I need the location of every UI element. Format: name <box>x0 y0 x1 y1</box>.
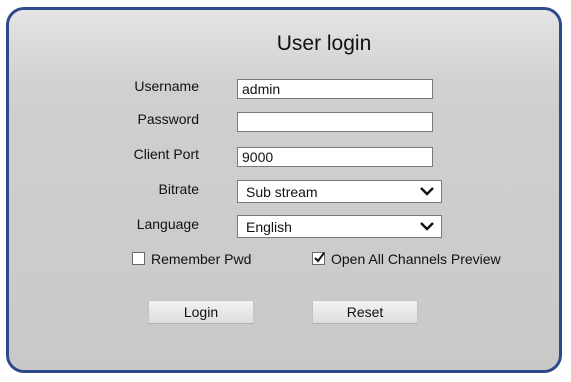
username-input[interactable] <box>237 79 433 99</box>
dialog-title: User login <box>276 32 372 55</box>
password-input[interactable] <box>237 112 433 132</box>
bitrate-select[interactable]: Sub stream <box>237 180 442 203</box>
reset-button[interactable]: Reset <box>312 300 418 324</box>
checkmark-icon <box>314 252 325 263</box>
chevron-down-icon <box>420 187 434 196</box>
password-label: Password <box>137 111 199 127</box>
client-port-input[interactable] <box>237 147 433 167</box>
client-port-label: Client Port <box>133 146 199 162</box>
bitrate-label: Bitrate <box>158 181 199 197</box>
remember-pwd-checkbox[interactable] <box>132 252 145 265</box>
remember-pwd-label: Remember Pwd <box>151 251 252 267</box>
language-value: English <box>246 219 292 235</box>
username-label: Username <box>134 78 199 94</box>
login-dialog: User login Username Password Client Port… <box>6 7 562 373</box>
open-all-channels-checkbox[interactable] <box>312 252 325 265</box>
bitrate-value: Sub stream <box>246 184 318 200</box>
title-bar: User login <box>9 10 559 80</box>
chevron-down-icon <box>420 222 434 231</box>
remember-pwd-option[interactable]: Remember Pwd <box>132 251 282 269</box>
open-all-channels-option[interactable]: Open All Channels Preview <box>312 251 542 269</box>
language-label: Language <box>136 216 199 232</box>
language-select[interactable]: English <box>237 215 442 238</box>
open-all-channels-label: Open All Channels Preview <box>331 251 501 267</box>
login-button[interactable]: Login <box>148 300 254 324</box>
